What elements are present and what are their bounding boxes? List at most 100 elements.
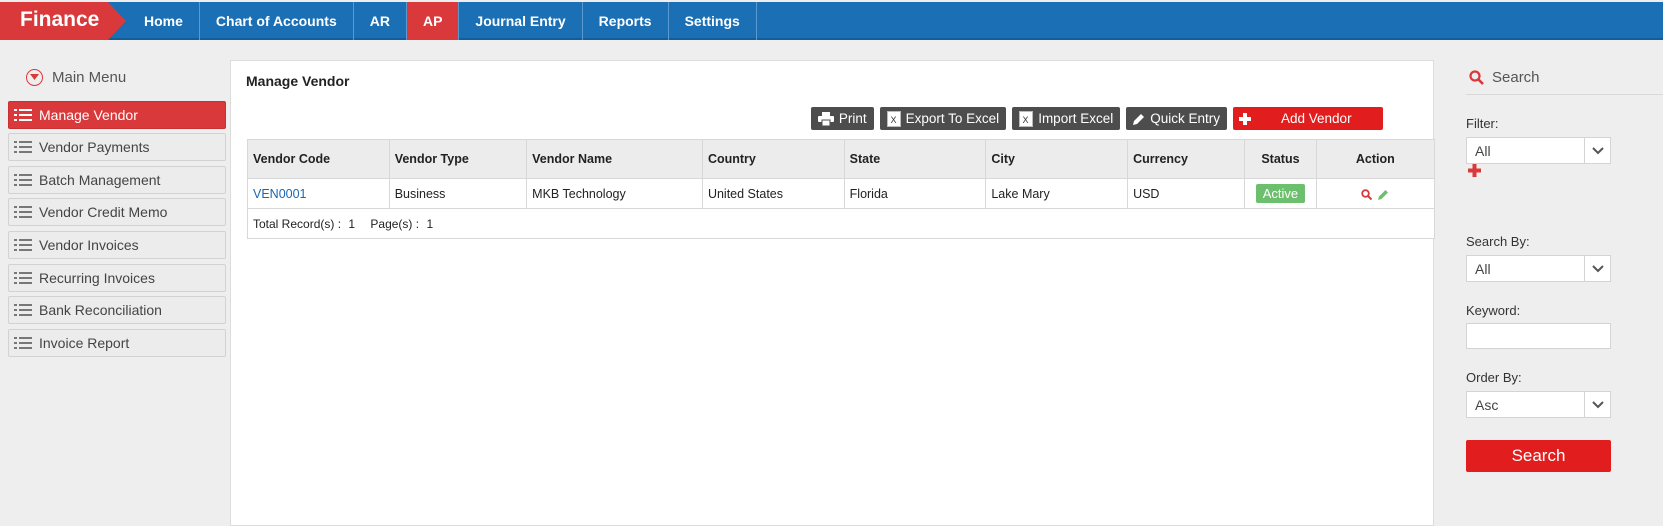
order-by-select[interactable]: Asc xyxy=(1466,391,1611,418)
list-icon xyxy=(13,172,33,188)
printer-icon xyxy=(817,111,834,126)
chevron-down-icon xyxy=(1584,138,1610,163)
add-vendor-button[interactable]: Add Vendor xyxy=(1233,107,1383,130)
order-by-label: Order By: xyxy=(1466,370,1522,385)
main-panel: Manage Vendor Print X Export To Excel X … xyxy=(230,60,1436,526)
search-by-label: Search By: xyxy=(1466,234,1530,249)
print-label: Print xyxy=(838,111,867,126)
import-label: Import Excel xyxy=(1038,111,1114,126)
sidebar-item-bank-reconciliation[interactable]: Bank Reconciliation xyxy=(8,296,226,324)
country-cell: United States xyxy=(701,178,845,209)
search-icon xyxy=(1469,69,1484,85)
table-header-row: Vendor Code Vendor Type Vendor Name Coun… xyxy=(247,139,1436,179)
nav-item-journal-entry[interactable]: Journal Entry xyxy=(459,2,583,40)
total-records-label: Total Record(s) : xyxy=(253,216,342,231)
main-menu-header[interactable]: Main Menu xyxy=(8,62,226,92)
column-header-currency[interactable]: Currency xyxy=(1127,139,1246,179)
column-header-city[interactable]: City xyxy=(985,139,1129,179)
list-icon xyxy=(13,204,33,220)
sidebar-item-recurring-invoices[interactable]: Recurring Invoices xyxy=(8,264,226,292)
nav-item-chart-of-accounts[interactable]: Chart of Accounts xyxy=(200,2,354,40)
sidebar-item-vendor-credit-memo[interactable]: Vendor Credit Memo xyxy=(8,198,226,226)
sidebar-item-invoice-report[interactable]: Invoice Report xyxy=(8,329,226,357)
list-icon xyxy=(13,270,33,286)
plus-icon xyxy=(1239,112,1251,125)
order-by-select-value: Asc xyxy=(1475,396,1499,413)
add-vendor-label: Add Vendor xyxy=(1281,111,1352,126)
pages-label: Page(s) : xyxy=(370,216,420,231)
column-header-vendor-code[interactable]: Vendor Code xyxy=(247,139,390,179)
sidebar-item-label: Manage Vendor xyxy=(39,107,138,123)
nav-item-reports[interactable]: Reports xyxy=(583,2,669,40)
sidebar-item-manage-vendor[interactable]: Manage Vendor xyxy=(8,101,226,129)
chevron-down-icon xyxy=(1584,256,1610,281)
filter-select[interactable]: All xyxy=(1466,137,1611,164)
edit-pencil-icon[interactable] xyxy=(1378,189,1389,200)
filter-label: Filter: xyxy=(1466,116,1499,131)
row-actions xyxy=(1361,189,1389,200)
list-icon xyxy=(13,107,33,123)
search-by-select-value: All xyxy=(1475,260,1491,277)
list-icon xyxy=(13,139,33,155)
sidebar-item-label: Vendor Payments xyxy=(39,139,150,155)
status-badge: Active xyxy=(1255,184,1306,203)
vendor-code-link[interactable]: VEN0001 xyxy=(253,187,307,201)
pencil-icon xyxy=(1133,113,1145,125)
sidebar-item-label: Recurring Invoices xyxy=(39,270,155,286)
total-records-value: 1 xyxy=(348,216,356,231)
list-icon xyxy=(13,237,33,253)
column-header-action: Action xyxy=(1315,139,1436,179)
search-button[interactable]: Search xyxy=(1466,440,1611,472)
nav-item-home[interactable]: Home xyxy=(128,2,200,40)
print-button[interactable]: Print xyxy=(810,107,874,130)
city-cell: Lake Mary xyxy=(985,178,1129,209)
vendor-type-cell: Business xyxy=(388,178,528,209)
sidebar-item-vendor-invoices[interactable]: Vendor Invoices xyxy=(8,231,226,259)
page-title: Manage Vendor xyxy=(246,73,350,89)
top-navigation-bar: Finance Home Chart of Accounts AR AP Jou… xyxy=(0,2,1663,40)
svg-text:X: X xyxy=(1023,115,1029,125)
excel-file-icon: X xyxy=(1019,110,1034,127)
sidebar-item-batch-management[interactable]: Batch Management xyxy=(8,166,226,194)
chevron-down-circle-icon xyxy=(26,68,43,86)
sidebar-item-label: Batch Management xyxy=(39,172,161,188)
sidebar-item-label: Vendor Invoices xyxy=(39,237,139,253)
excel-file-icon: X xyxy=(886,110,901,127)
pages-value: 1 xyxy=(426,216,434,231)
svg-text:X: X xyxy=(890,115,896,125)
sidebar-item-label: Invoice Report xyxy=(39,335,130,351)
export-to-excel-button[interactable]: X Export To Excel xyxy=(879,107,1007,130)
import-excel-button[interactable]: X Import Excel xyxy=(1012,107,1121,130)
search-panel: Search Filter: All Search By: All Keywor… xyxy=(1466,60,1663,472)
filter-select-value: All xyxy=(1475,142,1491,159)
sidebar-item-vendor-payments[interactable]: Vendor Payments xyxy=(8,133,226,161)
view-search-icon[interactable] xyxy=(1361,189,1373,200)
column-header-state[interactable]: State xyxy=(843,139,987,179)
quick-entry-button[interactable]: Quick Entry xyxy=(1126,107,1227,130)
chevron-down-icon xyxy=(1584,392,1610,417)
state-cell: Florida xyxy=(843,178,987,209)
column-header-vendor-name[interactable]: Vendor Name xyxy=(526,139,703,179)
column-header-vendor-type[interactable]: Vendor Type xyxy=(388,139,528,179)
keyword-input[interactable] xyxy=(1466,323,1611,349)
search-by-select[interactable]: All xyxy=(1466,255,1611,282)
column-header-country[interactable]: Country xyxy=(701,139,845,179)
list-icon xyxy=(13,302,33,318)
vendor-name-cell: MKB Technology xyxy=(526,178,703,209)
column-header-status[interactable]: Status xyxy=(1244,139,1317,179)
nav-item-ar[interactable]: AR xyxy=(354,2,407,40)
main-nav: Home Chart of Accounts AR AP Journal Ent… xyxy=(128,2,757,40)
quick-entry-label: Quick Entry xyxy=(1150,111,1220,126)
list-icon xyxy=(13,335,33,351)
brand-logo[interactable]: Finance xyxy=(0,2,128,40)
keyword-label: Keyword: xyxy=(1466,303,1521,318)
nav-item-ap[interactable]: AP xyxy=(406,2,460,40)
brand-title: Finance xyxy=(20,8,100,31)
search-panel-title: Search xyxy=(1492,68,1540,86)
table-row: VEN0001 Business MKB Technology United S… xyxy=(247,178,1436,209)
nav-item-settings[interactable]: Settings xyxy=(669,2,757,40)
export-label: Export To Excel xyxy=(905,111,1000,126)
toolbar: Print X Export To Excel X Import Excel Q… xyxy=(810,107,1383,130)
sidebar-item-label: Vendor Credit Memo xyxy=(39,204,168,220)
add-filter-plus-icon[interactable] xyxy=(1468,164,1481,180)
